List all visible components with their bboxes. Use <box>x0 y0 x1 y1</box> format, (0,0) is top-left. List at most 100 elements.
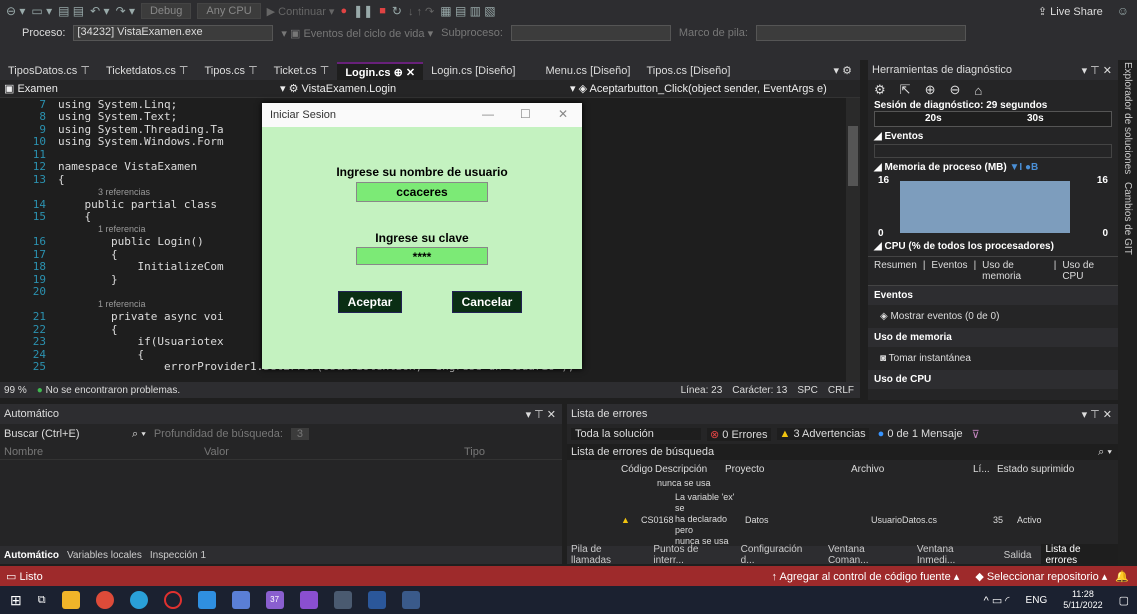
zoom-level[interactable]: 99 % <box>4 385 27 396</box>
tab-breakpoints[interactable]: Puntos de interr... <box>653 544 730 566</box>
cancel-button[interactable]: Cancelar <box>452 291 522 313</box>
cpu-section[interactable]: ◢ CPU (% de todos los procesadores) <box>868 239 1118 254</box>
tab-tiposdatos[interactable]: TiposDatos.cs ⊤ <box>0 62 98 80</box>
reference-count[interactable]: 1 referencia <box>58 299 146 309</box>
undo-icon[interactable]: ↶ ▾ <box>90 4 109 18</box>
tab-locals[interactable]: Variables locales <box>67 550 142 561</box>
timeline[interactable]: 20s 30s <box>874 111 1112 127</box>
diag-tab-summary[interactable]: Resumen <box>874 260 917 282</box>
scope-select[interactable]: Toda la solución <box>571 428 701 440</box>
close-icon[interactable]: ✕ <box>558 107 568 121</box>
stack-frame-select[interactable] <box>755 25 966 41</box>
language-indicator[interactable]: ENG <box>1026 595 1048 606</box>
tab-login-design[interactable]: Login.cs [Diseño] <box>423 62 523 80</box>
live-share-button[interactable]: ⇪ Live Share <box>1038 5 1103 18</box>
col-type[interactable]: Tipo <box>464 446 485 458</box>
tab-overflow-icon[interactable]: ▾ ⚙ <box>826 62 860 80</box>
lifecycle-events[interactable]: ▾ ▣ Eventos del ciclo de vida ▾ <box>281 27 433 40</box>
col-name[interactable]: Nombre <box>4 446 204 458</box>
tab-tipos[interactable]: Tipos.cs ⊤ <box>196 62 265 80</box>
memory-section[interactable]: ◢ Memoria de proceso (MB) ▼I ●B <box>868 160 1118 175</box>
diag-tab-cpu[interactable]: Uso de CPU <box>1062 260 1112 282</box>
reference-count[interactable]: 1 referencia <box>58 224 146 234</box>
edge-icon[interactable] <box>129 591 148 609</box>
solution-explorer-vtab[interactable]: Explorador de soluciones <box>1122 62 1133 174</box>
table-row[interactable]: ▲ CS0168 La variable 'ex' se ha declarado… <box>567 492 1118 547</box>
vscode-icon[interactable] <box>197 591 216 609</box>
tab-output[interactable]: Salida <box>1004 550 1032 561</box>
space-mode[interactable]: SPC <box>797 385 818 396</box>
col-value[interactable]: Valor <box>204 446 464 458</box>
paint-icon[interactable] <box>333 591 352 609</box>
editor-scrollbar[interactable] <box>846 98 860 382</box>
col-code[interactable]: Código <box>621 464 653 475</box>
search-icon[interactable]: ⌕ ▾ <box>1098 446 1112 459</box>
feedback-icon[interactable]: ☺ <box>1117 4 1129 18</box>
member-dropdown[interactable]: ▾ ◈ Aceptarbutton_Click(object sender, E… <box>570 82 860 95</box>
depth-select[interactable]: 3 <box>290 428 310 440</box>
accept-button[interactable]: Aceptar <box>338 291 402 313</box>
reference-count[interactable]: 3 referencias <box>58 187 150 197</box>
layout-icons[interactable]: ▦ ▤ ▥ ▧ <box>440 4 495 18</box>
events-section[interactable]: ◢ Eventos <box>868 127 1118 142</box>
new-file-icon[interactable]: ▭ ▾ <box>31 4 52 18</box>
windows-start-icon[interactable]: ⊞ <box>10 592 22 609</box>
diag-tab-memory[interactable]: Uso de memoria <box>982 260 1048 282</box>
file-explorer-icon[interactable] <box>61 591 80 609</box>
stop-icon[interactable]: ■ <box>379 5 386 17</box>
username-input[interactable]: ccaceres <box>356 182 488 202</box>
chat-badge-icon[interactable]: 37 <box>265 591 284 609</box>
errors-pin-icon[interactable]: ▾ ⊤ ✕ <box>1082 408 1112 421</box>
tab-autos[interactable]: Automático <box>4 550 59 561</box>
warnings-filter[interactable]: ▲ 3 Advertencias <box>776 428 869 440</box>
git-changes-vtab[interactable]: Cambios de GIT <box>1122 182 1133 255</box>
restart-icon[interactable]: ↻ <box>392 4 402 18</box>
filter-icon[interactable]: ⊽ <box>972 428 980 441</box>
errors-filter[interactable]: ⊗ 0 Errores <box>707 427 771 441</box>
show-events-link[interactable]: ◈ Mostrar eventos (0 de 0) <box>868 305 1118 328</box>
diag-tab-events[interactable]: Eventos <box>931 260 967 282</box>
class-dropdown[interactable]: ▾ ⚙ VistaExamen.Login <box>280 82 570 95</box>
col-desc[interactable]: Descripción <box>655 464 725 475</box>
zoom-in-icon[interactable]: ⊕ <box>925 82 936 98</box>
autos-pin-icon[interactable]: ▾ ⊤ ✕ <box>526 408 556 421</box>
visual-studio-icon[interactable] <box>299 591 318 609</box>
errors-search[interactable]: Lista de errores de búsqueda ⌕ ▾ <box>567 444 1118 460</box>
panel-pin-icon[interactable]: ▾ ⊤ ✕ <box>1082 64 1112 77</box>
password-input[interactable]: **** <box>356 247 488 265</box>
project-dropdown[interactable]: ▣ Examen <box>0 82 280 95</box>
reset-icon[interactable]: ⌂ <box>974 83 982 98</box>
opera-icon[interactable] <box>163 591 182 609</box>
save-icon[interactable]: ▤ ▤ <box>58 4 84 18</box>
redo-icon[interactable]: ↷ ▾ <box>116 4 135 18</box>
subprocess-select[interactable] <box>510 25 671 41</box>
problems-indicator[interactable]: ● No se encontraron problemas. <box>37 385 180 396</box>
col-line[interactable]: Lí... <box>973 464 997 475</box>
select-repo[interactable]: ◆ Seleccionar repositorio ▴ <box>975 570 1107 583</box>
maximize-icon[interactable]: ☐ <box>520 107 531 121</box>
eol-mode[interactable]: CRLF <box>828 385 854 396</box>
col-file[interactable]: Archivo <box>851 464 973 475</box>
tab-error-list[interactable]: Lista de errores <box>1041 544 1118 566</box>
tab-command-window[interactable]: Ventana Coman... <box>828 544 907 566</box>
scroll-thumb[interactable] <box>848 126 858 186</box>
zoom-out-icon[interactable]: ⊖ <box>949 82 960 98</box>
minimize-icon[interactable]: — <box>482 107 494 121</box>
word-icon[interactable] <box>367 591 386 609</box>
tab-login[interactable]: Login.cs ⊕ ✕ <box>337 62 424 80</box>
fire-icon[interactable]: ● <box>340 5 347 17</box>
snapshot-button[interactable]: ◙ Tomar instantánea <box>868 347 1118 370</box>
clock[interactable]: 11:28 5/11/2022 <box>1063 589 1102 611</box>
back-icon[interactable]: ⊖ ▾ <box>6 4 25 18</box>
tab-immediate[interactable]: Ventana Inmedi... <box>917 544 994 566</box>
tab-watch[interactable]: Inspección 1 <box>150 550 206 561</box>
process-select[interactable]: [34232] VistaExamen.exe <box>73 25 274 41</box>
messages-filter[interactable]: ● 0 de 1 Mensaje <box>875 428 966 440</box>
app-icon[interactable] <box>231 591 250 609</box>
tab-ticket[interactable]: Ticket.cs ⊤ <box>266 62 338 80</box>
step-icons[interactable]: ↓ ↑ ↷ <box>408 5 434 18</box>
export-icon[interactable]: ⇱ <box>900 82 911 98</box>
tab-tipos-design[interactable]: Tipos.cs [Diseño] <box>638 62 738 80</box>
settings-icon[interactable]: ⚙ <box>874 82 886 98</box>
add-source-control[interactable]: ↑ Agregar al control de código fuente ▴ <box>772 570 960 583</box>
